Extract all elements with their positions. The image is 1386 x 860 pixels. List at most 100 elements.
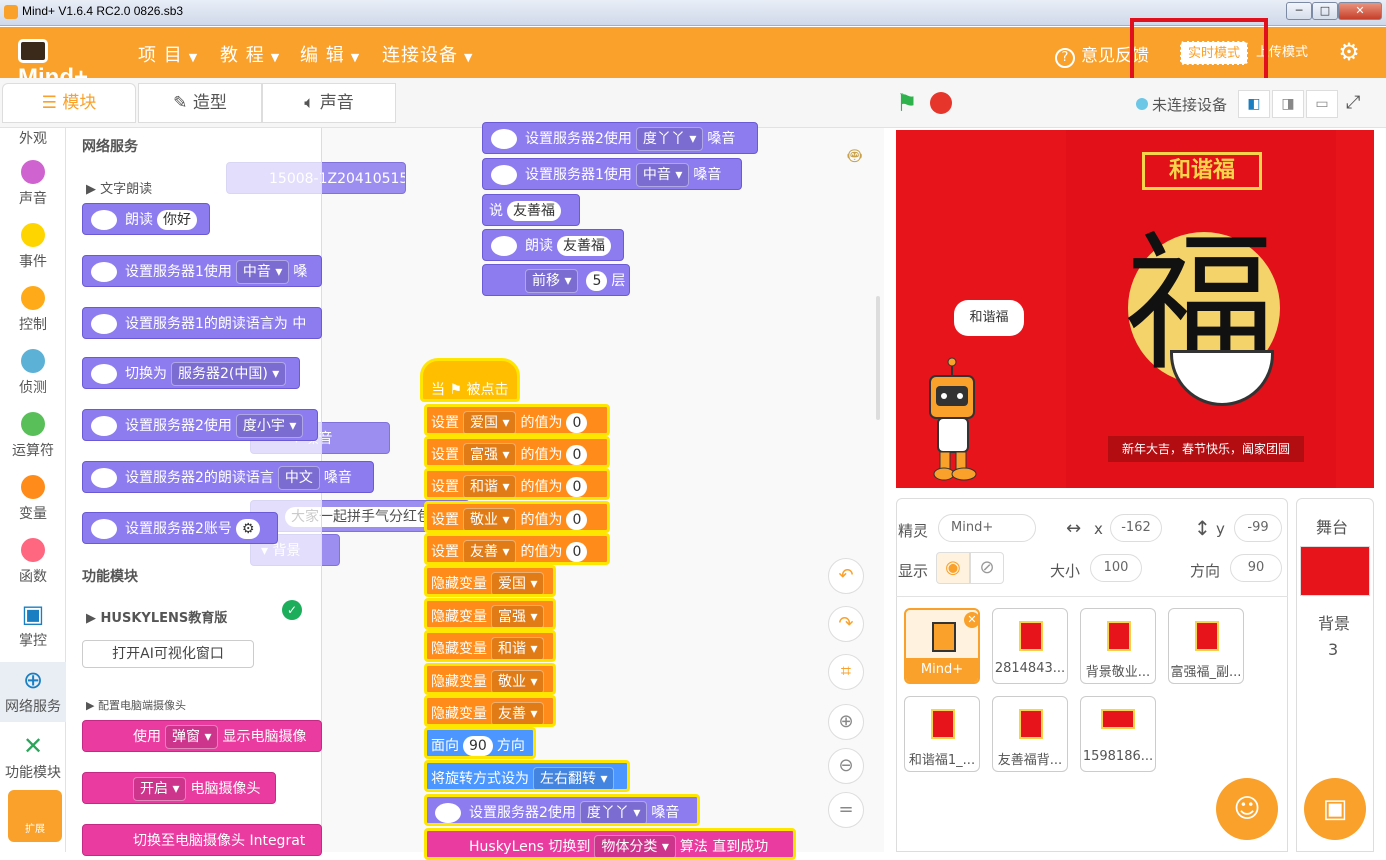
green-flag-icon[interactable]: ⚑ [896,90,922,116]
hide-var-block-5[interactable]: 隐藏变量 友善 ▾ [424,695,556,727]
category-function-modules[interactable]: ✕ 功能模块 [0,732,66,782]
category-looks[interactable]: 外观 [0,128,66,148]
flyout-switch-camera-block[interactable]: 切换至电脑摄像头 Integrat [82,824,322,856]
zoom-reset-icon[interactable]: = [828,792,864,828]
hide-var-block-2[interactable]: 隐藏变量 富强 ▾ [424,598,556,630]
hide-var-block-1[interactable]: 隐藏变量 爱国 ▾ [424,565,556,597]
set-var-block-4[interactable]: 设置 敬业 ▾ 的值为 0 [424,501,610,533]
redo-icon[interactable]: ↷ [828,606,864,642]
tab-blocks[interactable]: ☰ 模块 [2,83,136,123]
tab-sounds[interactable]: 🔈︎ 声音 [262,83,396,123]
x-field[interactable]: -162 [1110,514,1162,542]
gear-icon[interactable]: ⚙ [235,519,261,539]
category-control[interactable]: 控制 [0,286,66,334]
script-block-read[interactable]: 朗读 友善福 [482,229,624,261]
flyout-switch-server-block[interactable]: 切换为 服务器2(中国) ▾ [82,357,300,389]
category-functions[interactable]: 函数 [0,538,66,586]
huskylens-subsection[interactable]: ▶ HUSKYLENS教育版 [86,607,227,626]
menu-connect-device[interactable]: 连接设备 ▼ [382,41,473,67]
sprite-thumb-2[interactable]: 2814843... [992,608,1068,684]
backdrop-thumbnail[interactable] [1300,546,1370,596]
category-events[interactable]: 事件 [0,223,66,271]
close-button[interactable]: ✕ [1338,2,1382,20]
hide-eye-icon[interactable]: ⊘ [970,552,1004,584]
flyout-server1-voice-block[interactable]: 设置服务器1使用 中音 ▾ 嗓 [82,255,322,287]
rotation-style-block[interactable]: 将旋转方式设为 左右翻转 ▾ [424,760,630,792]
sprite-name-field[interactable]: Mind+ [938,514,1036,542]
hide-stage-layout-icon[interactable]: ▭ [1306,90,1338,118]
script-scrollbar[interactable] [876,296,880,420]
extensions-button[interactable]: 扩展 [8,790,62,842]
maximize-button[interactable]: □ [1312,2,1338,20]
question-icon: ? [1055,48,1075,68]
delete-icon[interactable]: ✕ [964,612,978,628]
category-controller[interactable]: ▣ 掌控 [0,600,66,650]
flyout-server2-voice-block[interactable]: 设置服务器2使用 度小宇 ▾ [82,409,318,441]
y-field[interactable]: -99 [1234,514,1282,542]
undo-icon[interactable]: ↶ [828,558,864,594]
show-eye-icon[interactable]: ◉ [936,552,970,584]
add-backdrop-button[interactable]: ▣ [1304,778,1366,840]
menu-edit[interactable]: 编 辑 ▼ [300,41,360,67]
sprite-thumb-mind-plus[interactable]: ✕ Mind+ [904,608,980,684]
normal-stage-layout-icon[interactable]: ◨ [1272,90,1304,118]
zoom-out-icon[interactable]: ⊖ [828,748,864,784]
category-operators[interactable]: 运算符 [0,412,66,460]
point-direction-block[interactable]: 面向 90 方向 [424,727,536,759]
fu-thumb-icon [1019,709,1043,739]
category-sensing[interactable]: 侦测 [0,349,66,397]
zoom-in-icon[interactable]: ⊕ [828,704,864,740]
flyout-use-camera-block[interactable]: 使用 弹窗 ▾ 显示电脑摄像 [82,720,322,752]
sprite-thumb-7[interactable]: 1598186... [1080,696,1156,772]
connection-status: 未连接设备 [1136,94,1227,115]
sprite-watermark-icon: 🤖︎ [848,144,862,169]
flyout-server1-language-block[interactable]: 设置服务器1的朗读语言为 中 [82,307,322,339]
camera-subsection[interactable]: ▶ 配置电脑端摄像头 [86,697,186,713]
open-ai-window-button[interactable]: 打开AI可视化窗口 [82,640,254,668]
sensing-dot-icon [21,349,45,373]
flyout-open-camera-block[interactable]: 开启 ▾ 电脑摄像头 [82,772,276,804]
huskylens-switch-block[interactable]: HuskyLens 切换到 物体分类 ▾ 算法 直到成功 [424,828,796,860]
hide-var-block-3[interactable]: 隐藏变量 和谐 ▾ [424,630,556,662]
when-flag-clicked-block[interactable]: 当 ⚑ 被点击 [420,358,520,402]
fu-thumb-icon [1107,621,1131,651]
direction-field[interactable]: 90 [1230,554,1282,582]
set-var-block-5[interactable]: 设置 友善 ▾ 的值为 0 [424,533,610,565]
menu-tutorial[interactable]: 教 程 ▼ [220,41,280,67]
set-var-block-3[interactable]: 设置 和谐 ▾ 的值为 0 [424,468,610,500]
banner-thumb-icon [1101,709,1135,729]
stage-footer-text: 新年大吉，春节快乐，阖家团圆 [1108,436,1304,462]
script-block-layer[interactable]: 前移 ▾ 5 层 [482,264,630,296]
set-var-block-2[interactable]: 设置 富强 ▾ 的值为 0 [424,436,610,468]
menu-project[interactable]: 项 目 ▼ [138,41,198,67]
set-var-block-1[interactable]: 设置 爱国 ▾ 的值为 0 [424,404,610,436]
hide-var-block-4[interactable]: 隐藏变量 敬业 ▾ [424,663,556,695]
crop-icon[interactable]: ⌗ [828,654,864,690]
category-network[interactable]: ⊕ 网络服务 [0,662,66,722]
script-block-server2-voice[interactable]: 设置服务器2使用 度丫丫 ▾ 嗓音 [482,122,758,154]
sprite-thumb-5[interactable]: 和谐福1_... [904,696,980,772]
sprite-thumb-3[interactable]: 背景敬业... [1080,608,1156,684]
tab-costumes[interactable]: ✎ 造型 [138,83,262,123]
size-field[interactable]: 100 [1090,554,1142,582]
blocks-icon: ☰ [41,93,63,113]
sprite-thumb-6[interactable]: 友善福背... [992,696,1068,772]
fullscreen-icon[interactable]: ⤢ [1346,92,1360,113]
flyout-server2-account-block[interactable]: 设置服务器2账号 ⚙ [82,512,278,544]
show-label: 显示 [898,562,929,580]
script-block-server2-voice-b[interactable]: 设置服务器2使用 度丫丫 ▾ 嗓音 [424,794,700,826]
flyout-read-block[interactable]: 朗读 你好 [82,203,210,235]
add-sprite-button[interactable]: ☺ [1216,778,1278,840]
stop-icon[interactable] [930,92,952,114]
mind-plus-robot-sprite[interactable] [922,356,992,484]
script-block-server1-voice[interactable]: 设置服务器1使用 中音 ▾ 嗓音 [482,158,742,190]
category-sound[interactable]: 声音 [0,160,66,208]
sprite-thumb-4[interactable]: 富强福_副... [1168,608,1244,684]
script-block-say[interactable]: 说友善福 [482,194,580,226]
flyout-server2-language-block[interactable]: 设置服务器2的朗读语言 中文 嗓音 [82,461,374,493]
settings-gear-icon[interactable]: ⚙ [1336,39,1362,65]
small-stage-layout-icon[interactable]: ◧ [1238,90,1270,118]
tts-subsection[interactable]: ▶ 文字朗读 [86,178,152,197]
minimize-button[interactable]: ─ [1286,2,1312,20]
category-variables[interactable]: 变量 [0,475,66,523]
